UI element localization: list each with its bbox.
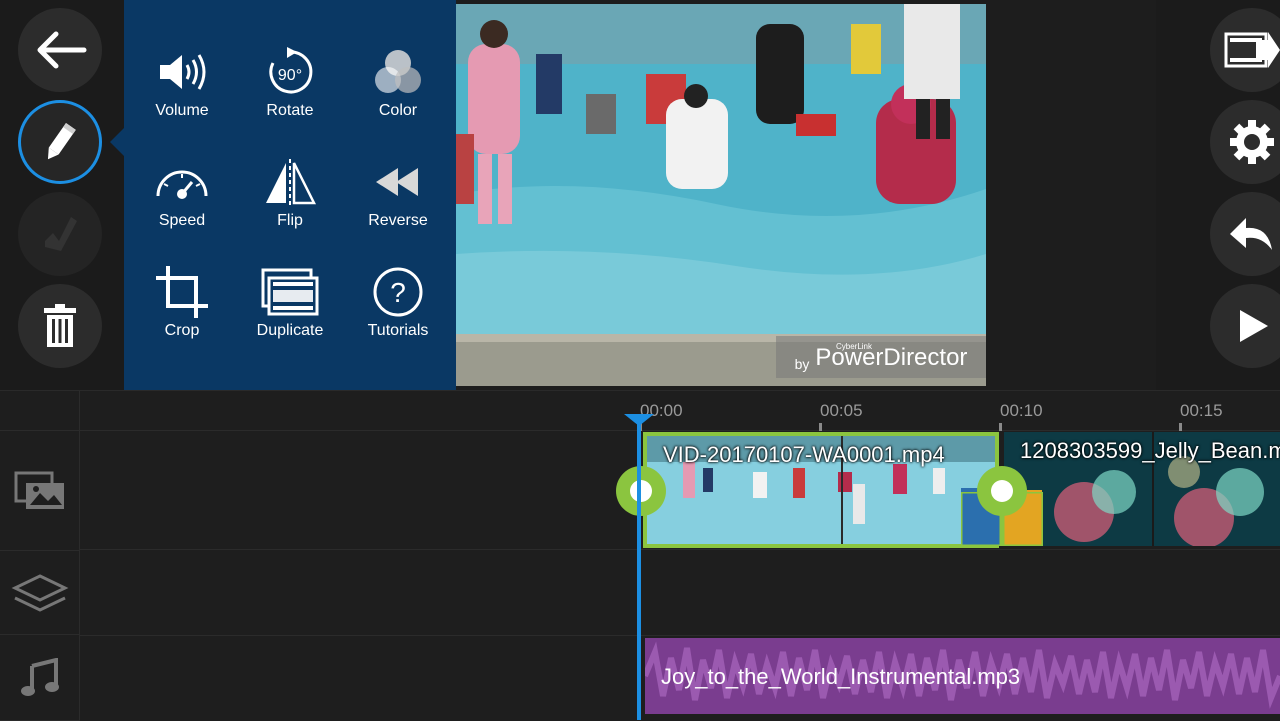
menu-item-label: Volume [155, 102, 209, 119]
flip-icon [266, 159, 317, 205]
duplicate-icon [261, 268, 319, 316]
crop-icon [156, 266, 208, 318]
menu-item-reverse[interactable]: Reverse [344, 150, 452, 250]
watermark-by: by [794, 356, 810, 372]
menu-item-crop[interactable]: Crop [128, 260, 236, 360]
handle-dot [630, 480, 652, 502]
menu-item-label: Crop [164, 322, 200, 339]
ruler-tick [819, 423, 822, 431]
right-toolbar [1156, 0, 1280, 390]
clip-name: Joy_to_the_World_Instrumental.mp3 [661, 664, 1021, 689]
menu-item-volume[interactable]: Volume [128, 40, 236, 140]
back-button[interactable] [18, 8, 102, 92]
menu-item-label: Rotate [266, 102, 314, 119]
ruler-tick [1179, 423, 1182, 431]
video-clip[interactable]: 1208303599_Jelly_Bean.mp4 [1004, 432, 1280, 546]
menu-item-label: Tutorials [367, 322, 429, 339]
time-ruler[interactable]: 00:00 00:05 00:10 00:15 [80, 391, 1280, 431]
ruler-label: 00:05 [820, 401, 863, 420]
menu-item-label: Flip [277, 212, 303, 229]
play-button[interactable] [1210, 284, 1280, 368]
svg-text:?: ? [390, 277, 406, 308]
lane-divider [80, 635, 1280, 636]
menu-item-label: Speed [158, 212, 206, 229]
back-arrow-icon [37, 31, 87, 69]
left-toolbar [0, 0, 124, 390]
menu-item-color[interactable]: Color [344, 40, 452, 140]
edit-button[interactable] [18, 100, 102, 184]
color-icon [375, 50, 421, 93]
editor-top-area: Volume 90° Rotate Color Speed Flip Rever… [0, 0, 1280, 390]
menu-pointer [110, 128, 124, 156]
menu-item-rotate[interactable]: 90° Rotate [236, 40, 344, 140]
undo-icon [1230, 218, 1272, 250]
audio-clip[interactable]: Joy_to_the_World_Instrumental.mp3 [645, 638, 1280, 714]
playhead[interactable] [637, 420, 641, 720]
video-track-header[interactable] [0, 431, 80, 551]
music-note-track-icon [20, 657, 59, 696]
handle-dot [991, 480, 1013, 502]
video-clip-selected[interactable]: VID-20170107-WA0001.mp4 [643, 432, 999, 548]
settings-button[interactable] [1210, 100, 1280, 184]
menu-item-label: Color [378, 102, 418, 119]
trash-icon [44, 304, 76, 347]
pencil-icon [47, 122, 76, 160]
trim-handle-end[interactable] [977, 466, 1027, 516]
play-icon [1240, 310, 1268, 342]
preview-frame-image [456, 4, 986, 386]
menu-item-tutorials[interactable]: ? Tutorials [344, 260, 452, 360]
produce-button[interactable] [1210, 8, 1280, 92]
video-image-track-icon [14, 471, 64, 509]
layers-track-icon [11, 573, 68, 612]
clip-name: VID-20170107-WA0001.mp4 [663, 442, 945, 467]
delete-button[interactable] [18, 284, 102, 368]
menu-item-flip[interactable]: Flip [236, 150, 344, 250]
ruler-label: 00:10 [1000, 401, 1043, 420]
speedometer-icon [156, 170, 208, 199]
lane-divider [80, 549, 1280, 550]
settings-gear-icon [1230, 120, 1274, 164]
playhead-marker[interactable] [624, 414, 654, 426]
produce-export-icon [1224, 32, 1280, 68]
menu-item-duplicate[interactable]: Duplicate [236, 260, 344, 360]
clip-name: 1208303599_Jelly_Bean.mp4 [1020, 438, 1280, 463]
overlay-track-header[interactable] [0, 551, 80, 635]
audio-track-header[interactable] [0, 635, 80, 721]
help-icon: ? [373, 267, 423, 317]
ruler-tick [999, 423, 1002, 431]
rotate-icon-text: 90° [278, 67, 302, 84]
rotate-icon: 90° [269, 47, 313, 94]
watermark-cyberlink: CyberLink [835, 342, 872, 351]
fx-button[interactable] [18, 192, 102, 276]
undo-button[interactable] [1210, 192, 1280, 276]
reverse-icon [376, 168, 418, 196]
menu-item-speed[interactable]: Speed [128, 150, 236, 250]
edit-menu-panel: Volume 90° Rotate Color Speed Flip Rever… [110, 0, 456, 390]
menu-item-label: Duplicate [256, 322, 324, 339]
ruler-label: 00:15 [1180, 401, 1223, 420]
trim-handle-start[interactable] [616, 466, 666, 516]
menu-item-label: Reverse [368, 212, 428, 229]
timeline-corner [0, 391, 80, 431]
video-preview[interactable]: CyberLink by PowerDirector [456, 4, 986, 386]
volume-icon [160, 54, 206, 90]
powerdirector-watermark: CyberLink by PowerDirector [776, 336, 986, 378]
fx-brush-icon [45, 217, 77, 251]
